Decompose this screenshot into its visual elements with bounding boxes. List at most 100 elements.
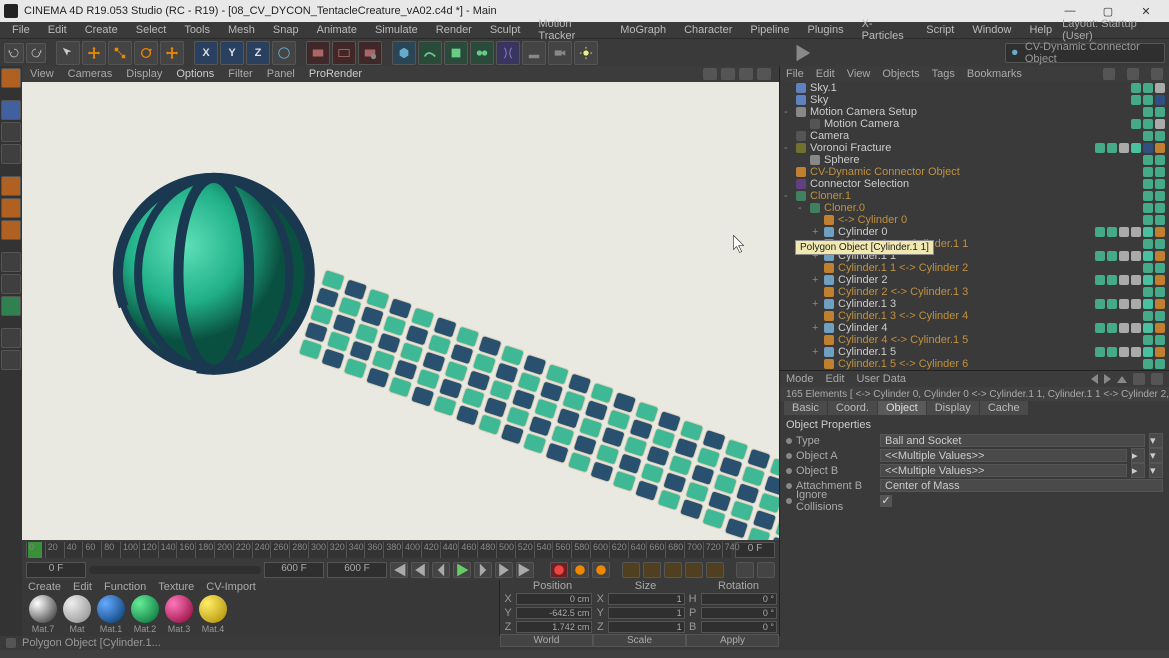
menu-pipeline[interactable]: Pipeline [742,23,797,37]
object-row[interactable]: -Motion Camera Setup [780,106,1169,118]
menu-x-particles[interactable]: X-Particles [854,17,917,43]
tag-dyn[interactable] [1155,299,1165,309]
view-orbit-icon[interactable] [739,68,753,80]
expand-toggle[interactable]: - [784,190,792,202]
tag-on[interactable] [1107,299,1117,309]
play-button[interactable] [453,562,471,578]
object-label[interactable]: Sky [810,94,828,106]
menu-tools[interactable]: Tools [176,23,218,37]
menu-script[interactable]: Script [918,23,962,37]
object-label[interactable]: Cylinder 4 [838,322,888,334]
object-row[interactable]: Camera [780,130,1169,142]
object-row[interactable]: +Cylinder 2 [780,274,1169,286]
attr-tab-cache[interactable]: Cache [980,401,1028,415]
object-label[interactable]: Cylinder.1 5 <-> Cylinder 6 [838,358,968,370]
tag-on[interactable] [1107,143,1117,153]
viewport[interactable] [22,82,779,540]
param-key-icon[interactable] [685,562,703,578]
attr-value[interactable]: Ball and Socket [880,434,1145,447]
axis-mode-icon[interactable] [1,252,21,272]
objmgr-menu-file[interactable]: File [786,68,804,80]
tag-mat1[interactable] [1143,323,1153,333]
tag-on[interactable] [1107,347,1117,357]
object-label[interactable]: Cylinder 4 <-> Cylinder.1 5 [838,334,968,346]
object-row[interactable]: <-> Cylinder 0 [780,214,1169,226]
live-select-icon[interactable] [56,41,80,65]
add-nurbs-icon[interactable] [444,41,468,65]
tag-dyn[interactable] [1155,227,1165,237]
attr-menu-edit[interactable]: Edit [826,373,845,385]
objmgr-menu-tags[interactable]: Tags [932,68,955,80]
expand-toggle[interactable]: - [784,142,792,154]
tag-mat1[interactable] [1143,275,1153,285]
add-generator-icon[interactable] [470,41,494,65]
go-start-icon[interactable] [390,562,408,578]
object-row[interactable]: Connector Selection [780,178,1169,190]
expand-toggle[interactable]: - [798,202,806,214]
make-editable-icon[interactable] [1,68,21,88]
snap-icon[interactable] [1,296,21,316]
menu-motion-tracker[interactable]: Motion Tracker [530,17,610,43]
tag-on[interactable] [1155,203,1165,213]
view-toggle-icon[interactable] [757,68,771,80]
viewmenu-cameras[interactable]: Cameras [68,68,113,80]
go-end-icon[interactable] [516,562,534,578]
objmgr-view-icon[interactable] [1151,68,1163,80]
fps-frame[interactable]: 600 F [327,562,387,578]
matmenu-create[interactable]: Create [28,581,61,593]
object-row[interactable]: Cylinder.1 3 <-> Cylinder 4 [780,310,1169,322]
tag-mat2[interactable] [1155,95,1165,105]
tag-on[interactable] [1155,155,1165,165]
add-environment-icon[interactable] [522,41,546,65]
tag-on[interactable] [1143,155,1153,165]
tag-on[interactable] [1143,263,1153,273]
tag-phong[interactable] [1131,299,1141,309]
tag-phong[interactable] [1131,347,1141,357]
tag-phong[interactable] [1131,227,1141,237]
material-swatch[interactable]: Mat [62,595,92,634]
tag-on[interactable] [1143,215,1153,225]
coord-field[interactable]: 0 cm [516,593,592,605]
object-label[interactable]: Cylinder 2 <-> Cylinder.1 3 [838,286,968,298]
viewmenu-prorender[interactable]: ProRender [309,68,362,80]
object-label[interactable]: Cylinder 0 [838,226,888,238]
object-row[interactable]: -Cloner.0 [780,202,1169,214]
move-tool-icon[interactable] [82,41,106,65]
objmgr-menu-bookmarks[interactable]: Bookmarks [967,68,1022,80]
tag-dyn[interactable] [1155,251,1165,261]
menu-select[interactable]: Select [128,23,175,37]
menu-sculpt[interactable]: Sculpt [482,23,529,37]
tag-phong[interactable] [1131,251,1141,261]
viewmenu-view[interactable]: View [30,68,54,80]
attr-lock-icon[interactable] [1133,373,1145,385]
attr-dropdown-icon[interactable]: ▾ [1149,448,1163,463]
object-row[interactable]: Cylinder.1 1 <-> Cylinder 2 [780,262,1169,274]
object-row[interactable]: -Voronoi Fracture [780,142,1169,154]
attr-tab-basic[interactable]: Basic [784,401,827,415]
lock-icon[interactable] [1,350,21,370]
viewmenu-filter[interactable]: Filter [228,68,252,80]
expand-toggle[interactable]: - [784,106,792,118]
commander-search[interactable]: CV-Dynamic Connector Object [1005,43,1165,63]
object-label[interactable]: Motion Camera [824,118,899,130]
matmenu-function[interactable]: Function [104,581,146,593]
object-label[interactable]: Cylinder.1 5 [838,346,896,358]
add-camera-icon[interactable] [548,41,572,65]
tag-mat1[interactable] [1143,227,1153,237]
menu-animate[interactable]: Animate [309,23,365,37]
tag-phong[interactable] [1119,143,1129,153]
object-row[interactable]: Sphere [780,154,1169,166]
tag-on[interactable] [1095,143,1105,153]
objmgr-search-icon[interactable] [1103,68,1115,80]
menu-snap[interactable]: Snap [265,23,307,37]
x-axis-icon[interactable]: X [194,41,218,65]
anim-dot[interactable] [786,453,792,459]
object-row[interactable]: Sky [780,94,1169,106]
playback-slider[interactable] [89,566,261,574]
tag-phong[interactable] [1155,83,1165,93]
tag-on[interactable] [1155,263,1165,273]
add-light-icon[interactable] [574,41,598,65]
material-swatch[interactable]: Mat.1 [96,595,126,634]
tag-on[interactable] [1107,251,1117,261]
tag-mat1[interactable] [1131,143,1141,153]
